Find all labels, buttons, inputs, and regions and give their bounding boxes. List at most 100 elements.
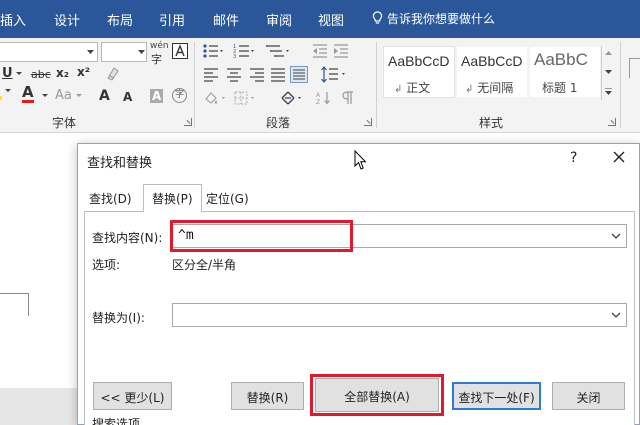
style-no-spacing-name: ↲ 无间隔: [465, 81, 514, 95]
chevron-up-icon: [605, 51, 612, 55]
replace-all-highlight: [310, 374, 444, 416]
character-border-icon[interactable]: [172, 43, 188, 59]
style-heading-1-name: 标题 1: [542, 81, 578, 95]
decrease-indent-icon[interactable]: [312, 43, 328, 59]
group-separator: [376, 42, 377, 128]
font-name-combo[interactable]: [0, 42, 98, 62]
dialog-title: 查找和替换: [87, 156, 153, 171]
tab-layout[interactable]: 布局: [107, 10, 133, 29]
styles-dialog-launcher[interactable]: [608, 118, 616, 126]
superscript-button[interactable]: x²: [77, 65, 90, 79]
phonetic-guide-label: wén: [150, 41, 169, 51]
editing-group-edge: [629, 58, 640, 78]
strikethrough-button[interactable]: abc: [31, 68, 51, 81]
svg-text:A: A: [316, 92, 321, 99]
style-heading-1[interactable]: AaBbC 标题 1: [529, 46, 601, 98]
styles-gallery-scroll[interactable]: [601, 46, 614, 100]
find-replace-dialog: 查找和替换 ? 查找(D) 替换(P) 定位(G) 查找内容(N): ^m 选项…: [77, 143, 640, 425]
line-spacing-icon[interactable]: [320, 66, 348, 83]
tab-goto[interactable]: 定位(G): [206, 185, 249, 211]
chevron-down-icon[interactable]: [606, 225, 626, 247]
close-button[interactable]: 关闭: [552, 382, 625, 410]
numbering-icon[interactable]: 1 2 3: [233, 43, 255, 59]
chevron-down-icon: [87, 50, 94, 54]
tell-me-search[interactable]: 告诉我你想要做什么: [372, 10, 495, 27]
paragraph-group-label: 段落: [266, 116, 291, 130]
document-margin: [0, 388, 80, 425]
replace-with-label: 替换为(I):: [92, 311, 145, 325]
find-next-button[interactable]: 查找下一处(F): [452, 382, 541, 410]
shading-icon[interactable]: [203, 90, 229, 106]
less-button[interactable]: << 更少(L): [93, 382, 172, 410]
chevron-down-icon: [76, 94, 82, 97]
replace-with-combo[interactable]: [172, 303, 627, 327]
options-label: 选项:: [92, 258, 121, 272]
style-no-spacing[interactable]: AaBbCcD ↲ 无间隔: [456, 46, 528, 98]
justify-icon[interactable]: [270, 68, 286, 82]
chevron-down-icon[interactable]: [606, 304, 626, 326]
increase-indent-icon[interactable]: [333, 43, 349, 59]
highlight-dropdown[interactable]: [5, 83, 11, 96]
change-case-button[interactable]: Aa: [55, 88, 72, 103]
subscript-button[interactable]: x₂: [56, 66, 69, 80]
options-value: 区分全/半角: [172, 258, 237, 272]
font-dialog-launcher[interactable]: [184, 118, 192, 126]
tab-insert[interactable]: 插入: [0, 10, 26, 29]
style-no-spacing-sample: AaBbCcD: [461, 53, 523, 69]
tab-mailings[interactable]: 邮件: [213, 10, 239, 29]
svg-text:Z: Z: [316, 99, 320, 105]
chevron-down-icon: [138, 50, 145, 54]
sort-icon[interactable]: A Z: [316, 91, 332, 105]
style-normal-name: ↲ 正文: [394, 81, 431, 95]
page-corner-mark: [0, 293, 29, 316]
style-normal-sample: AaBbCcD: [388, 53, 450, 69]
svg-text:3: 3: [233, 54, 236, 59]
style-normal[interactable]: AaBbCcD ↲ 正文: [383, 46, 455, 98]
group-separator: [194, 42, 195, 128]
grow-font-button[interactable]: A: [99, 88, 110, 104]
font-size-combo[interactable]: [101, 42, 147, 62]
asian-layout-icon[interactable]: [281, 90, 305, 106]
search-options-label: 搜索选项: [92, 417, 141, 425]
borders-icon[interactable]: [234, 90, 260, 106]
shrink-font-button[interactable]: A: [123, 90, 132, 104]
tab-design[interactable]: 设计: [54, 10, 80, 29]
align-center-icon[interactable]: [226, 68, 242, 82]
ribbon: wén 字 U abc x₂ x² A Aa A A A 字 字体 1 2 3: [0, 38, 640, 133]
bullets-icon[interactable]: [203, 43, 223, 59]
multilevel-list-icon[interactable]: [266, 43, 290, 59]
lightbulb-icon: [372, 11, 383, 24]
paragraph-marks-icon[interactable]: [342, 91, 354, 105]
align-left-icon[interactable]: [203, 68, 219, 82]
close-icon[interactable]: [611, 149, 627, 165]
chevron-down-icon: [42, 94, 48, 97]
find-what-label: 查找内容(N):: [92, 231, 163, 245]
distributed-icon[interactable]: [290, 66, 308, 83]
phonetic-char: 字: [151, 53, 162, 66]
character-shading-button[interactable]: A: [150, 89, 164, 103]
find-what-highlight: [170, 220, 353, 252]
ribbon-tab-bar: 插入 设计 布局 引用 邮件 审阅 视图 告诉我你想要做什么: [0, 0, 640, 38]
tab-review[interactable]: 审阅: [266, 10, 292, 29]
more-icon: [605, 88, 612, 95]
underline-button[interactable]: U: [2, 66, 13, 81]
chevron-down-icon: [5, 89, 11, 92]
highlight-color-swatch: [0, 96, 2, 100]
chevron-down-icon: [605, 70, 612, 74]
paragraph-dialog-launcher[interactable]: [364, 118, 372, 126]
phonetic-guide-button[interactable]: wén: [150, 41, 169, 51]
font-group-label: 字体: [52, 116, 77, 130]
align-right-icon[interactable]: [249, 68, 265, 82]
font-color-button[interactable]: A: [22, 85, 34, 103]
tell-me-text: 告诉我你想要做什么: [387, 12, 496, 26]
help-button[interactable]: ?: [570, 150, 577, 166]
tab-view[interactable]: 视图: [318, 10, 344, 29]
tab-replace[interactable]: 替换(P): [143, 184, 202, 212]
replace-button[interactable]: 替换(R): [231, 382, 304, 410]
style-heading-1-sample: AaBbC: [534, 50, 588, 69]
tab-references[interactable]: 引用: [159, 10, 185, 29]
enclose-characters-button[interactable]: 字: [172, 88, 187, 103]
clear-formatting-icon[interactable]: [105, 65, 121, 81]
styles-group-label: 样式: [479, 116, 504, 130]
tab-find[interactable]: 查找(D): [89, 185, 132, 211]
